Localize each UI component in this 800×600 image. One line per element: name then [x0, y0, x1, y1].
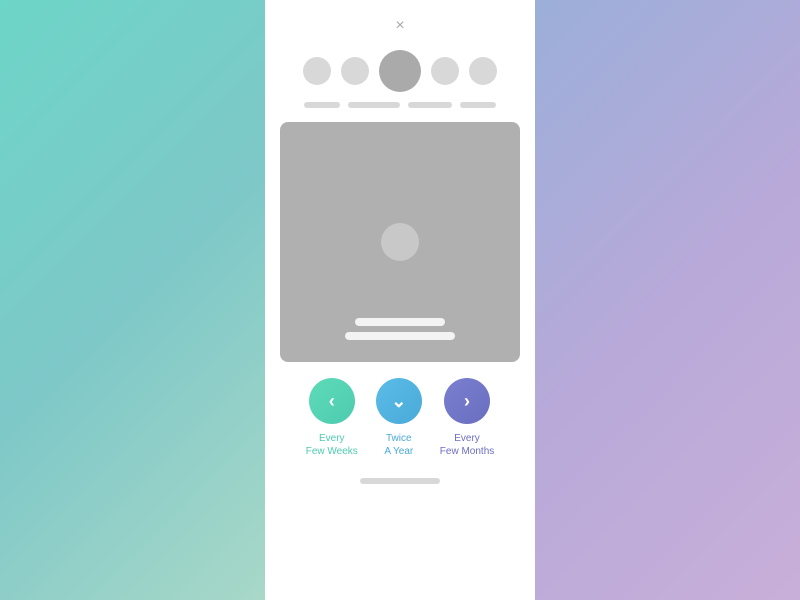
modal: × ‹ EveryFew Weeks: [265, 0, 535, 600]
dot-5: [469, 57, 497, 85]
lines-row: [294, 102, 506, 108]
every-few-months-label: EveryFew Months: [440, 432, 494, 458]
bg-right: [535, 0, 800, 600]
option-every-few-months[interactable]: › EveryFew Months: [440, 378, 494, 458]
chevron-right-icon: ›: [464, 391, 470, 412]
twice-a-year-button[interactable]: ⌄: [376, 378, 422, 424]
card-line-1: [355, 318, 445, 326]
twice-a-year-label: TwiceA Year: [384, 432, 413, 458]
option-twice-a-year[interactable]: ⌄ TwiceA Year: [376, 378, 422, 458]
options-row: ‹ EveryFew Weeks ⌄ TwiceA Year ›: [280, 378, 520, 458]
bottom-section: ‹ EveryFew Weeks ⌄ TwiceA Year ›: [280, 362, 520, 494]
dot-1: [303, 57, 331, 85]
card-image: [280, 122, 520, 362]
every-few-weeks-button[interactable]: ‹: [309, 378, 355, 424]
every-few-months-button[interactable]: ›: [444, 378, 490, 424]
line-3: [408, 102, 452, 108]
card-text-lines: [345, 318, 455, 340]
bg-left: [0, 0, 265, 600]
close-button[interactable]: ×: [388, 14, 412, 38]
chevron-left-icon: ‹: [329, 391, 335, 412]
option-every-few-weeks[interactable]: ‹ EveryFew Weeks: [306, 378, 358, 458]
dots-row: [293, 50, 507, 92]
every-few-weeks-label: EveryFew Weeks: [306, 432, 358, 458]
close-icon: ×: [395, 17, 404, 35]
dot-2: [341, 57, 369, 85]
bottom-indicator: [360, 478, 440, 484]
card-line-2: [345, 332, 455, 340]
chevron-down-icon: ⌄: [391, 391, 406, 412]
card-avatar: [381, 223, 419, 261]
dot-4: [431, 57, 459, 85]
dot-active: [379, 50, 421, 92]
line-4: [460, 102, 496, 108]
line-1: [304, 102, 340, 108]
line-2: [348, 102, 400, 108]
